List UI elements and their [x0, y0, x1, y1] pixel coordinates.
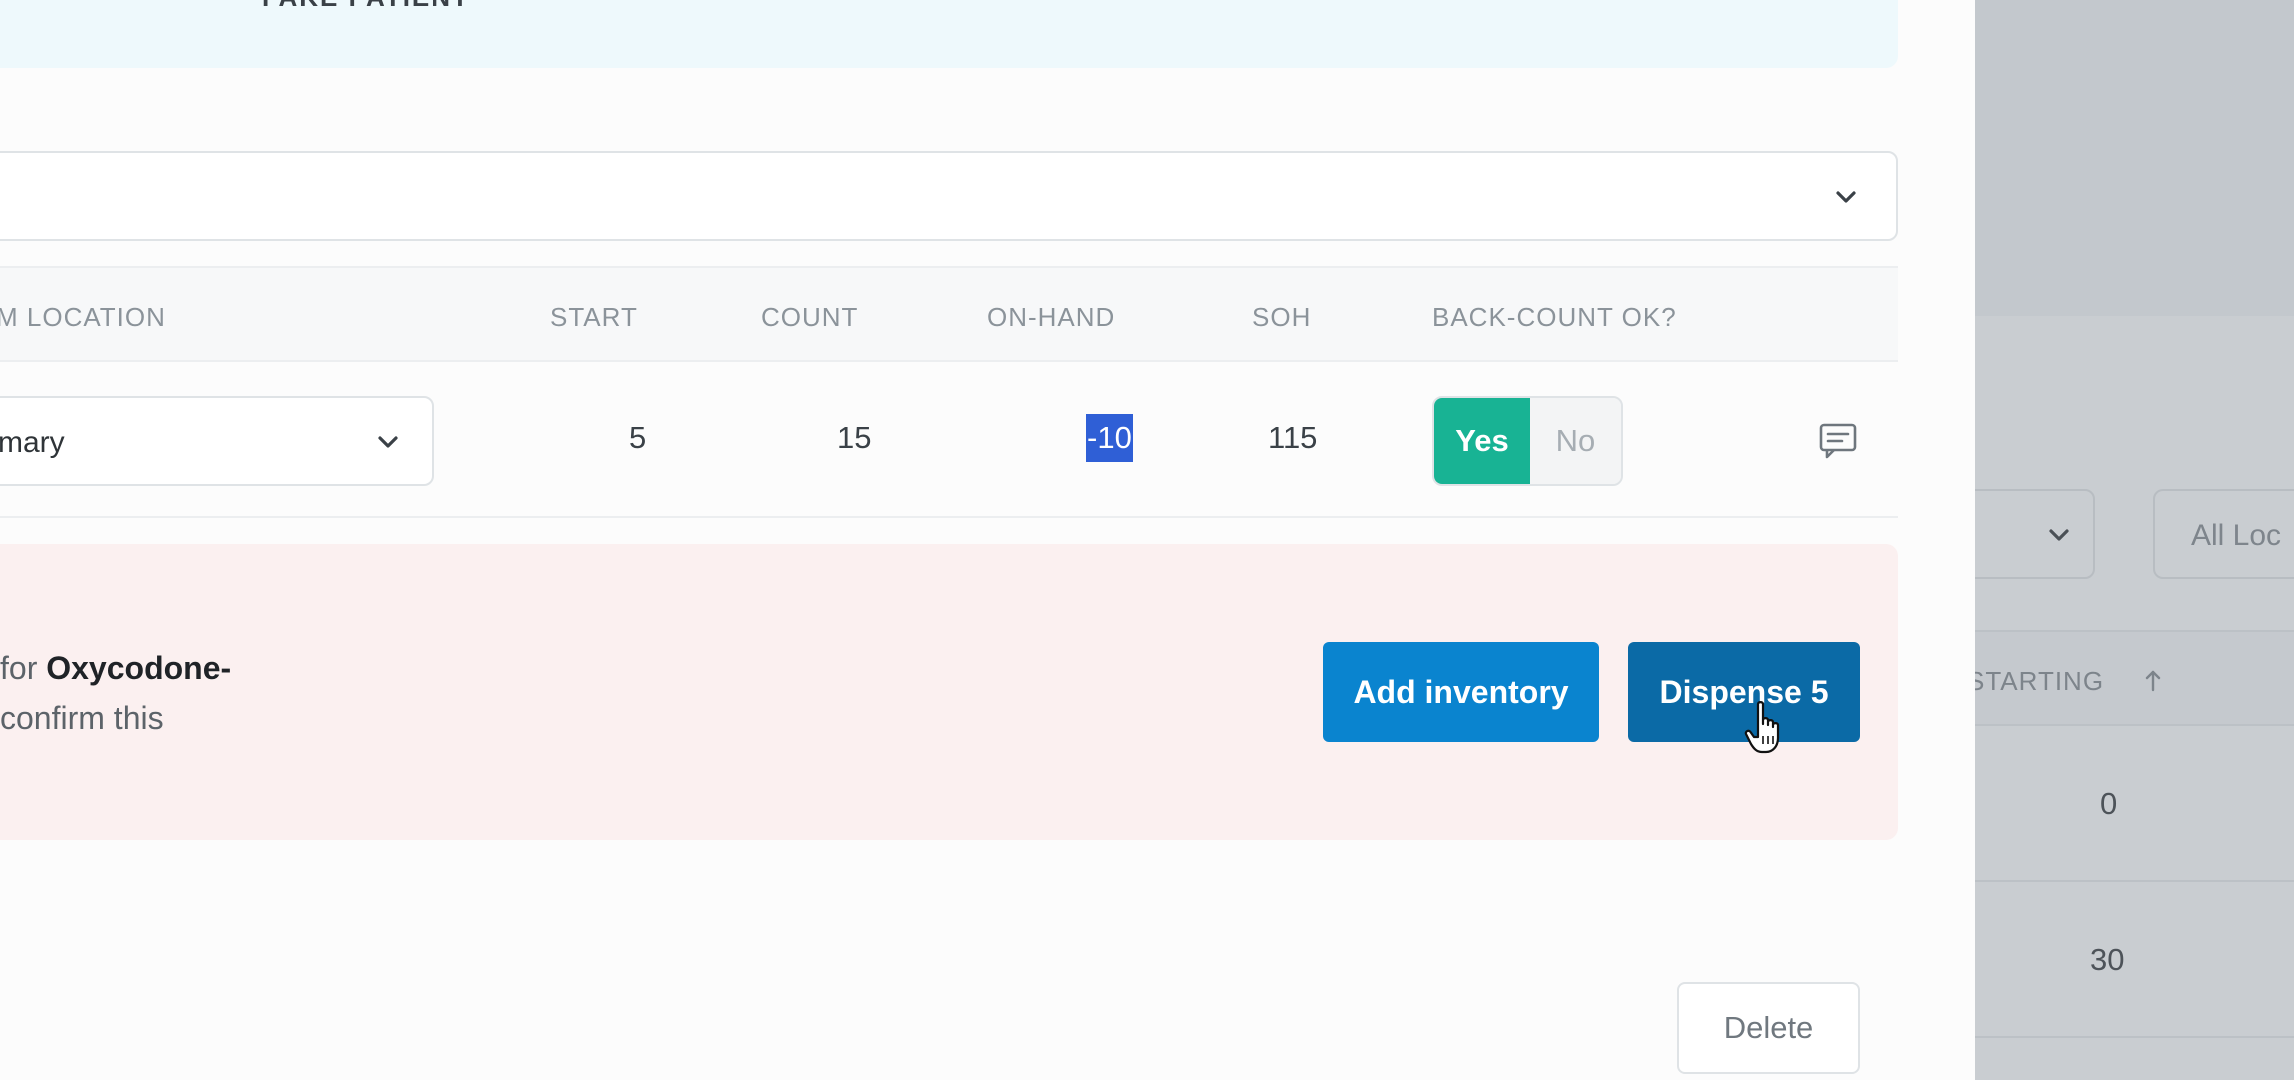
background-table-header: STARTING [1975, 630, 2294, 726]
chevron-down-icon [1836, 191, 1856, 203]
table-row: 30 [1975, 884, 2294, 1038]
alert-message-line1: for Oxycodone- [0, 650, 231, 687]
column-header-soh: SOH [1252, 302, 1312, 332]
back-count-no-button[interactable]: No [1530, 398, 1621, 484]
chevron-down-icon [378, 436, 398, 448]
table-row: mary 5 15 -10 115 Yes No [0, 362, 1898, 518]
column-header-start: START [550, 302, 638, 332]
background-page-header [1975, 0, 2294, 316]
back-count-toggle[interactable]: Yes No [1432, 396, 1623, 486]
table-row: 0 [1975, 728, 2294, 882]
column-header-on-hand: ON-HAND [987, 302, 1116, 332]
location-select[interactable]: mary [0, 396, 434, 486]
column-header-starting: STARTING [1975, 666, 2105, 696]
medication-select[interactable] [0, 151, 1898, 241]
patient-banner: FAKE PATIENT [0, 0, 1898, 68]
add-inventory-button[interactable]: Add inventory [1323, 642, 1599, 742]
discrepancy-alert: for Oxycodone- confirm this Add inventor… [0, 544, 1898, 840]
background-location-filter: All Loc [2153, 489, 2294, 579]
background-page-overlay: All Loc STARTING 0 30 [1975, 0, 2294, 1080]
starting-value: 0 [2100, 786, 2118, 821]
alert-message-line2: confirm this [0, 700, 164, 736]
alert-medication-name: Oxycodone- [46, 650, 232, 686]
patient-banner-label: FAKE PATIENT [262, 0, 470, 13]
on-hand-value: -10 [1086, 414, 1133, 462]
back-count-yes-button[interactable]: Yes [1434, 398, 1530, 484]
starting-value: 30 [2090, 942, 2125, 977]
inventory-table-header: M LOCATION START COUNT ON-HAND SOH BACK-… [0, 266, 1898, 362]
chevron-down-icon [2049, 529, 2069, 541]
column-header-location: M LOCATION [0, 302, 166, 332]
comment-icon[interactable] [1818, 422, 1858, 460]
column-header-count: COUNT [761, 302, 859, 332]
hand-pointer-icon [1744, 701, 1780, 754]
start-value: 5 [629, 420, 647, 455]
location-select-value: mary [0, 426, 65, 459]
soh-value: 115 [1268, 420, 1318, 455]
background-select [1975, 489, 2095, 579]
delete-button[interactable]: Delete [1677, 982, 1860, 1074]
alert-prefix: for [0, 650, 47, 686]
inventory-modal: FAKE PATIENT M LOCATION START COUNT ON-H… [0, 0, 1975, 1080]
arrow-up-icon [2145, 670, 2161, 692]
location-filter-placeholder: All Loc [2191, 519, 2282, 552]
column-header-back-count: BACK-COUNT OK? [1432, 302, 1677, 332]
count-value: 15 [837, 420, 872, 455]
